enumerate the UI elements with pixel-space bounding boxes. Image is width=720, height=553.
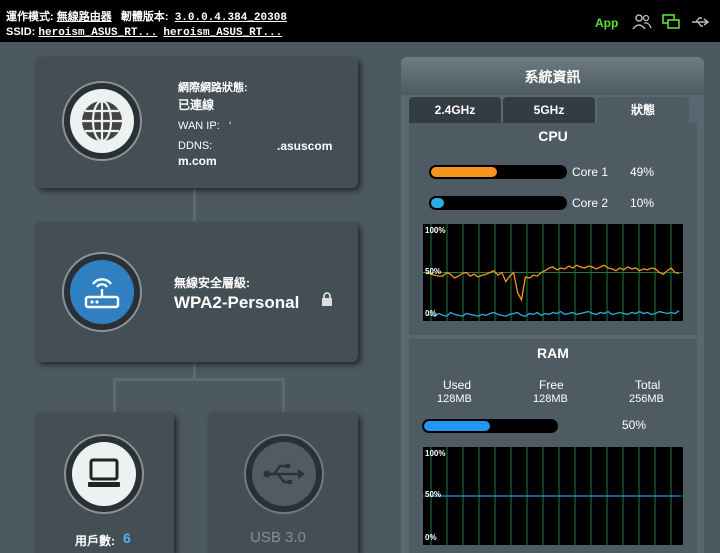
cpu-core1-line	[426, 264, 680, 302]
ram-history-graph: 100% 50% 0%	[423, 447, 683, 545]
wan-ip-label: WAN IP:	[178, 120, 220, 132]
cpu-history-chart	[423, 224, 683, 321]
wan-ip-value: ‘	[229, 120, 232, 132]
clients-count[interactable]: 6	[123, 530, 131, 546]
core1-bar	[429, 165, 567, 179]
ram-percent: 50%	[622, 418, 647, 432]
core1-label: Core 1	[572, 165, 609, 179]
ram-history-chart	[423, 447, 683, 545]
core2-bar	[429, 196, 567, 210]
ram-total-value: 256MB	[629, 393, 664, 405]
usb-button[interactable]	[244, 434, 324, 514]
core2-value: 10%	[630, 196, 655, 210]
operation-mode-line: 運作模式: 無線路由器 韌體版本: 3.0.0.4.384_20308	[6, 8, 287, 24]
ram-free-label: Free	[539, 378, 564, 392]
firmware-label: 韌體版本:	[120, 11, 169, 23]
cpu-axis-50: 50%	[425, 267, 442, 276]
users-icon[interactable]	[632, 13, 652, 31]
internet-globe-button[interactable]	[62, 81, 142, 161]
router-card[interactable]: 無線安全層級: WPA2-Personal	[35, 222, 358, 362]
router-icon	[75, 265, 129, 319]
tab-status[interactable]: 狀態	[597, 97, 689, 123]
core2-label: Core 2	[572, 196, 609, 210]
ram-axis-50: 50%	[425, 490, 442, 499]
tab-5ghz[interactable]: 5GHz	[503, 97, 595, 123]
system-info-title: 系統資訊	[401, 57, 704, 95]
core1-value: 49%	[630, 165, 655, 179]
usb-status-icon[interactable]	[690, 13, 710, 31]
connector-to-usb	[282, 378, 285, 412]
internet-status-card[interactable]: 網際網路狀態: 已連線 WAN IP: ‘ DDNS: .asuscom m.c…	[35, 57, 358, 188]
usb-card[interactable]: USB 3.0	[208, 412, 358, 553]
internet-status-value[interactable]: 已連線	[178, 96, 214, 113]
cpu-history-graph: 100% 50% 0%	[423, 224, 683, 321]
clients-label: 用戶數:	[75, 534, 115, 548]
clients-card[interactable]: 用戶數: 6	[35, 412, 174, 553]
ram-total-label: Total	[635, 378, 661, 392]
operation-mode-link[interactable]: 無線路由器	[57, 11, 112, 23]
globe-icon	[82, 99, 122, 143]
firmware-version-link[interactable]: 3.0.0.4.384_20308	[175, 12, 287, 24]
tab-2-4ghz[interactable]: 2.4GHz	[409, 97, 501, 123]
ram-used-label: Used	[443, 378, 472, 392]
ddns-value-part2[interactable]: m.com	[178, 154, 217, 168]
connector-internet-router	[193, 188, 196, 222]
system-info-panel: 系統資訊 2.4GHz 5GHz 狀態 CPU Core 1 49% Core …	[401, 57, 704, 553]
ssid-2g-link[interactable]: heroism_ASUS_RT...	[38, 27, 157, 39]
ddns-label: DDNS:	[178, 140, 213, 152]
computer-icon	[88, 458, 120, 487]
cpu-axis-100: 100%	[425, 226, 446, 235]
top-status-bar: 運作模式: 無線路由器 韌體版本: 3.0.0.4.384_20308 SSID…	[0, 0, 720, 42]
ram-bar-fill	[424, 421, 490, 431]
ram-axis-100: 100%	[425, 449, 446, 458]
network-devices-icon[interactable]	[661, 13, 681, 31]
wireless-security-label: 無線安全層級:	[174, 276, 250, 290]
usb-icon	[263, 463, 305, 484]
internet-status-label: 網際網路狀態:	[178, 82, 248, 94]
connector-horizontal	[113, 378, 285, 381]
ram-title: RAM	[537, 345, 569, 361]
ssid-5g-link[interactable]: heroism_ASUS_RT...	[163, 27, 282, 39]
cpu-section: CPU Core 1 49% Core 2 10% 100% 50% 0%	[409, 123, 697, 335]
wireless-security-value[interactable]: WPA2-Personal	[174, 293, 299, 313]
ram-used-value: 128MB	[437, 393, 472, 405]
cpu-core2-line	[426, 310, 680, 317]
cpu-axis-0: 0%	[425, 309, 437, 318]
ram-section: RAM Used 128MB Free 128MB Total 256MB 50…	[409, 339, 697, 553]
ddns-value-part1[interactable]: .asuscom	[277, 139, 332, 153]
core1-bar-fill	[431, 167, 497, 177]
ram-free-value: 128MB	[533, 393, 568, 405]
connector-to-clients	[113, 378, 116, 412]
core2-bar-fill	[431, 198, 444, 208]
ssid-label: SSID:	[6, 26, 36, 38]
operation-mode-label: 運作模式:	[6, 11, 54, 23]
ram-bar	[422, 419, 558, 433]
router-button[interactable]	[62, 252, 142, 332]
clients-button[interactable]	[64, 434, 144, 514]
cpu-title: CPU	[538, 128, 568, 144]
ssid-line: SSID: heroism_ASUS_RT... heroism_ASUS_RT…	[6, 26, 282, 39]
usb-label: USB 3.0	[250, 529, 306, 546]
app-link[interactable]: App	[595, 16, 618, 30]
lock-icon	[321, 292, 333, 311]
ram-axis-0: 0%	[425, 533, 437, 542]
